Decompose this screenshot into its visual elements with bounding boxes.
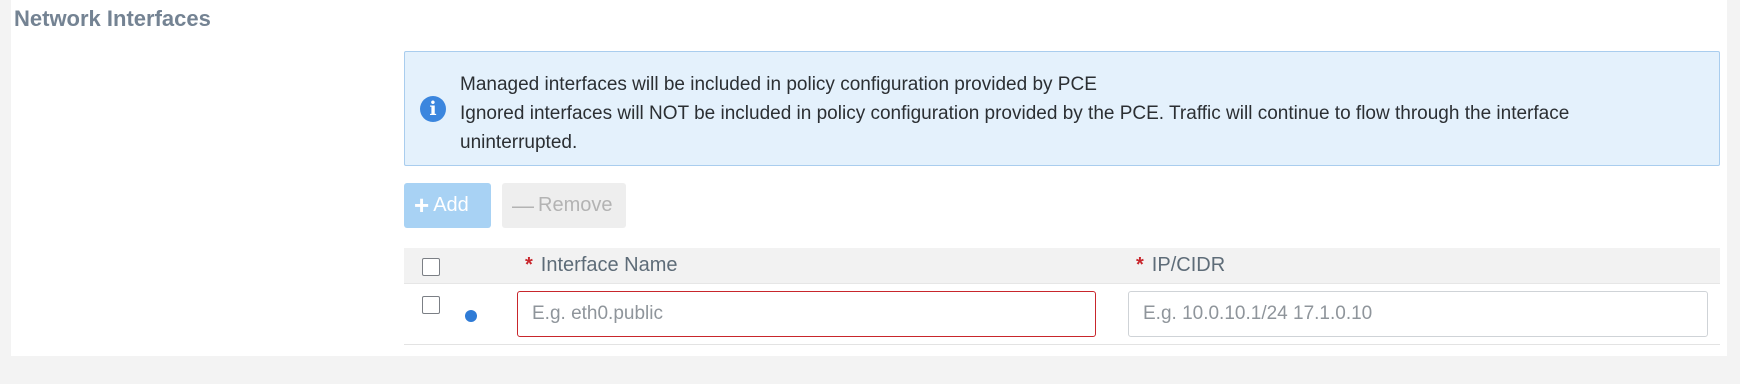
info-circle-icon: i [420,96,446,122]
ip-cidr-input[interactable] [1128,291,1708,337]
select-all-checkbox[interactable] [422,258,440,276]
plus-icon: + [414,190,430,220]
add-button-label: Add [433,194,469,216]
info-text: Managed interfaces will be included in p… [460,70,1690,157]
table-header: * Interface Name * IP/CIDR [404,248,1720,284]
add-button[interactable]: + Add [404,183,491,228]
table-row [404,284,1720,345]
info-banner: i Managed interfaces will be included in… [404,51,1720,166]
remove-button[interactable]: — Remove [502,183,626,228]
section-title: Network Interfaces [14,6,211,31]
status-dot-icon [465,310,477,322]
column-label: IP/CIDR [1151,254,1226,276]
info-line-ignored: Ignored interfaces will NOT be included … [460,103,1570,153]
column-label: Interface Name [540,254,678,276]
remove-button-label: Remove [538,194,613,216]
required-mark: * [1136,254,1144,276]
info-line-managed: Managed interfaces will be included in p… [460,74,1097,95]
column-ip-cidr: * IP/CIDR [1136,254,1225,277]
interface-name-input[interactable] [517,291,1096,337]
minus-icon: — [512,193,534,218]
required-mark: * [525,254,533,276]
row-select-checkbox[interactable] [422,296,440,314]
column-interface-name: * Interface Name [525,254,678,277]
